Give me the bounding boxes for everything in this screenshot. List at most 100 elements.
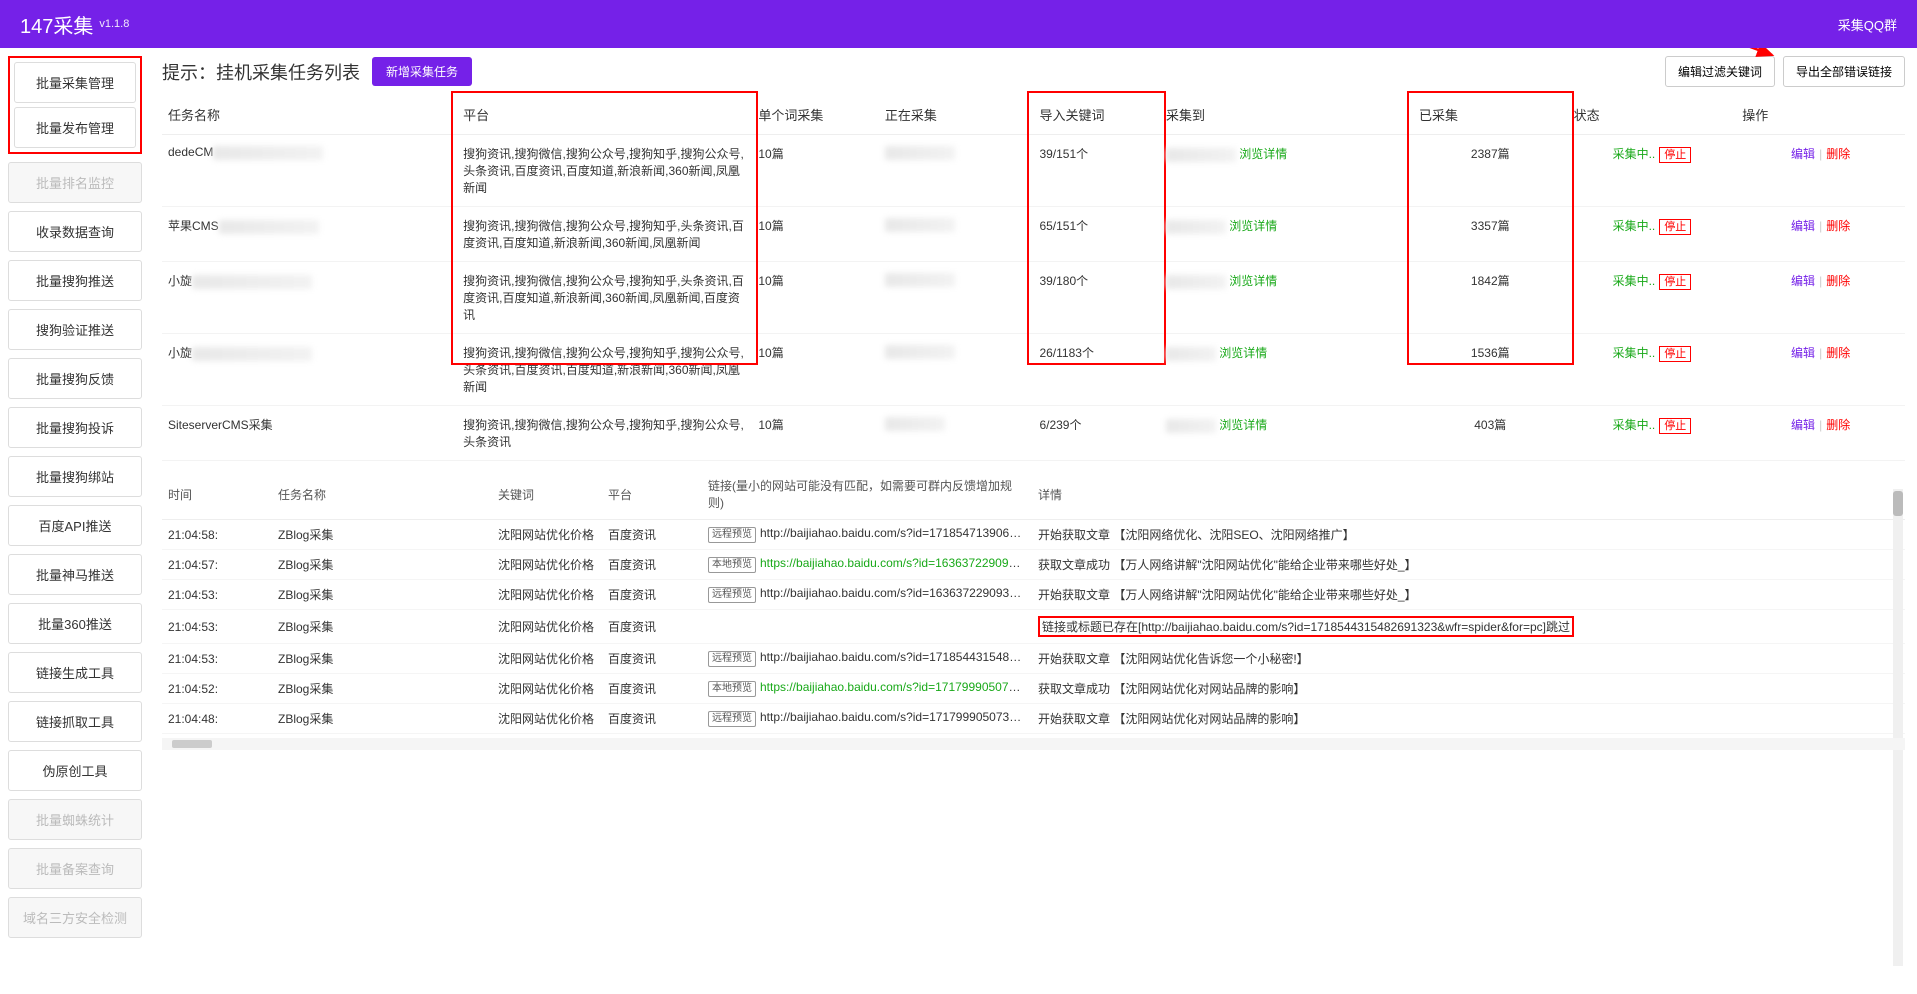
browse-detail-link[interactable]: 浏览详情 — [1219, 346, 1267, 360]
preview-tag[interactable]: 本地预览 — [708, 557, 756, 573]
log-row: 21:04:53:ZBlog采集沈阳网站优化价格百度资讯远程预览http://b… — [162, 644, 1905, 674]
sidebar-item[interactable]: 链接生成工具 — [8, 652, 142, 693]
task-th: 采集到 — [1160, 95, 1413, 135]
delete-link[interactable]: 删除 — [1826, 274, 1850, 288]
preview-tag[interactable]: 远程预览 — [708, 527, 756, 543]
edit-link[interactable]: 编辑 — [1791, 418, 1815, 432]
sidebar-item[interactable]: 批量搜狗投诉 — [8, 407, 142, 448]
sidebar-item[interactable]: 收录数据查询 — [8, 211, 142, 252]
preview-tag[interactable]: 远程预览 — [708, 711, 756, 727]
log-row: 21:04:48:ZBlog采集沈阳网站优化价格百度资讯远程预览http://b… — [162, 704, 1905, 734]
horizontal-scrollbar-thumb[interactable] — [172, 740, 212, 748]
log-link[interactable]: http://baijiahao.baidu.com/s?id=17185443… — [760, 650, 1032, 664]
task-th: 任务名称 — [162, 95, 457, 135]
stop-button[interactable]: 停止 — [1659, 274, 1691, 290]
task-th: 操作 — [1736, 95, 1905, 135]
app-title: 147采集 — [20, 10, 93, 39]
new-task-button[interactable]: 新增采集任务 — [372, 57, 472, 86]
stop-button[interactable]: 停止 — [1659, 147, 1691, 163]
log-table: 时间任务名称关键词平台链接(量小的网站可能没有匹配，如需要可群内反馈增加规则)详… — [162, 469, 1905, 734]
sidebar-item[interactable]: 伪原创工具 — [8, 750, 142, 791]
status-text: 采集中.. — [1613, 274, 1656, 288]
vertical-scrollbar-thumb[interactable] — [1893, 491, 1903, 516]
sidebar-item-0[interactable]: 批量采集管理 — [14, 62, 136, 103]
delete-link[interactable]: 删除 — [1826, 219, 1850, 233]
export-errors-button[interactable]: 导出全部错误链接 — [1783, 56, 1905, 87]
log-section: 时间任务名称关键词平台链接(量小的网站可能没有匹配，如需要可群内反馈增加规则)详… — [162, 469, 1905, 986]
sidebar-item[interactable]: 百度API推送 — [8, 505, 142, 546]
task-table: 任务名称平台单个词采集正在采集导入关键词采集到已采集状态操作 dedeCM搜狗资… — [162, 95, 1905, 461]
log-detail-highlighted: 链接或标题已存在[http://baijiahao.baidu.com/s?id… — [1038, 616, 1574, 637]
log-row: 21:04:53:ZBlog采集沈阳网站优化价格百度资讯远程预览http://b… — [162, 580, 1905, 610]
qq-group-link[interactable]: 采集QQ群 — [1838, 15, 1897, 34]
edit-filter-button[interactable]: 编辑过滤关键词 — [1665, 56, 1775, 87]
status-text: 采集中.. — [1613, 418, 1656, 432]
horizontal-scrollbar-track[interactable] — [162, 738, 1905, 750]
edit-link[interactable]: 编辑 — [1791, 147, 1815, 161]
sidebar-item[interactable]: 批量神马推送 — [8, 554, 142, 595]
main-content: 提示：挂机采集任务列表 新增采集任务 编辑过滤关键词 导出全部错误链接 任务名称… — [150, 48, 1917, 994]
browse-detail-link[interactable]: 浏览详情 — [1239, 147, 1287, 161]
log-th: 任务名称 — [272, 469, 492, 520]
sidebar-item: 批量排名监控 — [8, 162, 142, 203]
log-th: 时间 — [162, 469, 272, 520]
delete-link[interactable]: 删除 — [1826, 418, 1850, 432]
page-title: 提示：挂机采集任务列表 — [162, 59, 360, 85]
stop-button[interactable]: 停止 — [1659, 219, 1691, 235]
task-th: 已采集 — [1413, 95, 1568, 135]
table-row: dedeCM搜狗资讯,搜狗微信,搜狗公众号,搜狗知乎,搜狗公众号,头条资讯,百度… — [162, 135, 1905, 207]
sidebar-item[interactable]: 批量360推送 — [8, 603, 142, 644]
sidebar: 批量采集管理批量发布管理 批量排名监控收录数据查询批量搜狗推送搜狗验证推送批量搜… — [0, 48, 150, 994]
sidebar-item[interactable]: 搜狗验证推送 — [8, 309, 142, 350]
stop-button[interactable]: 停止 — [1659, 418, 1691, 434]
preview-tag[interactable]: 远程预览 — [708, 587, 756, 603]
log-link[interactable]: https://baijiahao.baidu.com/s?id=1717999… — [760, 680, 1032, 694]
browse-detail-link[interactable]: 浏览详情 — [1229, 219, 1277, 233]
log-th: 链接(量小的网站可能没有匹配，如需要可群内反馈增加规则) — [702, 469, 1032, 520]
sidebar-item[interactable]: 批量搜狗推送 — [8, 260, 142, 301]
preview-tag[interactable]: 远程预览 — [708, 651, 756, 667]
browse-detail-link[interactable]: 浏览详情 — [1229, 274, 1277, 288]
status-text: 采集中.. — [1613, 346, 1656, 360]
sidebar-item[interactable]: 批量搜狗反馈 — [8, 358, 142, 399]
sidebar-item[interactable]: 批量搜狗绑站 — [8, 456, 142, 497]
task-th: 平台 — [457, 95, 752, 135]
browse-detail-link[interactable]: 浏览详情 — [1219, 418, 1267, 432]
task-th: 单个词采集 — [752, 95, 879, 135]
title-row: 提示：挂机采集任务列表 新增采集任务 编辑过滤关键词 导出全部错误链接 — [162, 56, 1905, 87]
task-th: 正在采集 — [879, 95, 1034, 135]
table-row: SiteserverCMS采集搜狗资讯,搜狗微信,搜狗公众号,搜狗知乎,搜狗公众… — [162, 406, 1905, 461]
task-th: 导入关键词 — [1033, 95, 1160, 135]
sidebar-item: 批量蜘蛛统计 — [8, 799, 142, 840]
log-th: 详情 — [1032, 469, 1905, 520]
log-link[interactable]: http://baijiahao.baidu.com/s?id=17185471… — [760, 526, 1032, 540]
table-row: 苹果CMS搜狗资讯,搜狗微信,搜狗公众号,搜狗知乎,头条资讯,百度资讯,百度知道… — [162, 207, 1905, 262]
log-row: 21:04:58:ZBlog采集沈阳网站优化价格百度资讯远程预览http://b… — [162, 520, 1905, 550]
delete-link[interactable]: 删除 — [1826, 346, 1850, 360]
table-row: 小旋搜狗资讯,搜狗微信,搜狗公众号,搜狗知乎,头条资讯,百度资讯,百度知道,新浪… — [162, 262, 1905, 334]
vertical-scrollbar-track[interactable] — [1893, 489, 1903, 966]
edit-link[interactable]: 编辑 — [1791, 274, 1815, 288]
sidebar-item[interactable]: 链接抓取工具 — [8, 701, 142, 742]
log-link[interactable]: http://baijiahao.baidu.com/s?id=16363722… — [760, 586, 1032, 600]
status-text: 采集中.. — [1613, 147, 1656, 161]
edit-link[interactable]: 编辑 — [1791, 219, 1815, 233]
sidebar-item: 域名三方安全检测 — [8, 897, 142, 938]
preview-tag[interactable]: 本地预览 — [708, 681, 756, 697]
log-link[interactable]: http://baijiahao.baidu.com/s?id=17179990… — [760, 710, 1032, 724]
sidebar-item-1[interactable]: 批量发布管理 — [14, 107, 136, 148]
sidebar-highlight-box: 批量采集管理批量发布管理 — [8, 56, 142, 154]
app-header: 147采集 v1.1.8 采集QQ群 — [0, 0, 1917, 48]
log-row: 21:04:53:ZBlog采集沈阳网站优化价格百度资讯链接或标题已存在[htt… — [162, 610, 1905, 644]
log-row: 21:04:52:ZBlog采集沈阳网站优化价格百度资讯本地预览https://… — [162, 674, 1905, 704]
log-row: 21:04:57:ZBlog采集沈阳网站优化价格百度资讯本地预览https://… — [162, 550, 1905, 580]
log-link[interactable]: https://baijiahao.baidu.com/s?id=1636372… — [760, 556, 1032, 570]
app-version: v1.1.8 — [99, 18, 129, 30]
log-th: 平台 — [602, 469, 702, 520]
delete-link[interactable]: 删除 — [1826, 147, 1850, 161]
sidebar-item: 批量备案查询 — [8, 848, 142, 889]
edit-link[interactable]: 编辑 — [1791, 346, 1815, 360]
log-th: 关键词 — [492, 469, 602, 520]
task-th: 状态 — [1568, 95, 1737, 135]
stop-button[interactable]: 停止 — [1659, 346, 1691, 362]
